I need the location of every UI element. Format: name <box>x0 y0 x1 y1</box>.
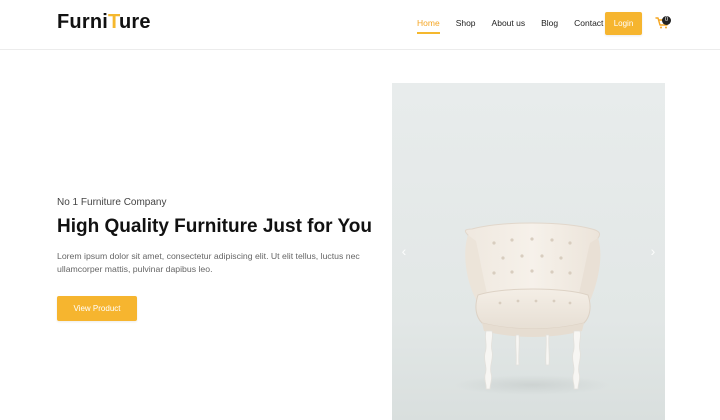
logo-text-part2: ure <box>118 11 151 33</box>
view-product-button[interactable]: View Product <box>57 296 137 321</box>
logo-text-part1: Furni <box>57 11 108 33</box>
nav-about-link[interactable]: About us <box>492 18 526 28</box>
armchair-image <box>392 83 665 420</box>
login-button[interactable]: Login <box>605 12 642 35</box>
hero-description: Lorem ipsum dolor sit amet, consectetur … <box>57 251 360 274</box>
chevron-left-icon[interactable]: ‹ <box>399 243 409 259</box>
site-logo[interactable]: FurniTure <box>57 11 151 34</box>
hero-title: High Quality Furniture Just for You <box>57 216 372 237</box>
nav-shop-link[interactable]: Shop <box>456 18 476 28</box>
nav-blog-link[interactable]: Blog <box>541 18 558 28</box>
logo-text-accent: T <box>108 11 119 33</box>
chevron-right-icon[interactable]: › <box>648 243 658 259</box>
main-nav: Home Shop About us Blog Contact <box>417 18 603 34</box>
site-header: FurniTure Home Shop About us Blog Contac… <box>0 0 720 50</box>
hero-image-slider <box>392 83 665 420</box>
cart-count-badge: 0 <box>662 16 671 25</box>
nav-home-link[interactable]: Home <box>417 18 440 34</box>
nav-contact-link[interactable]: Contact <box>574 18 603 28</box>
hero-eyebrow: No 1 Furniture Company <box>57 197 167 208</box>
